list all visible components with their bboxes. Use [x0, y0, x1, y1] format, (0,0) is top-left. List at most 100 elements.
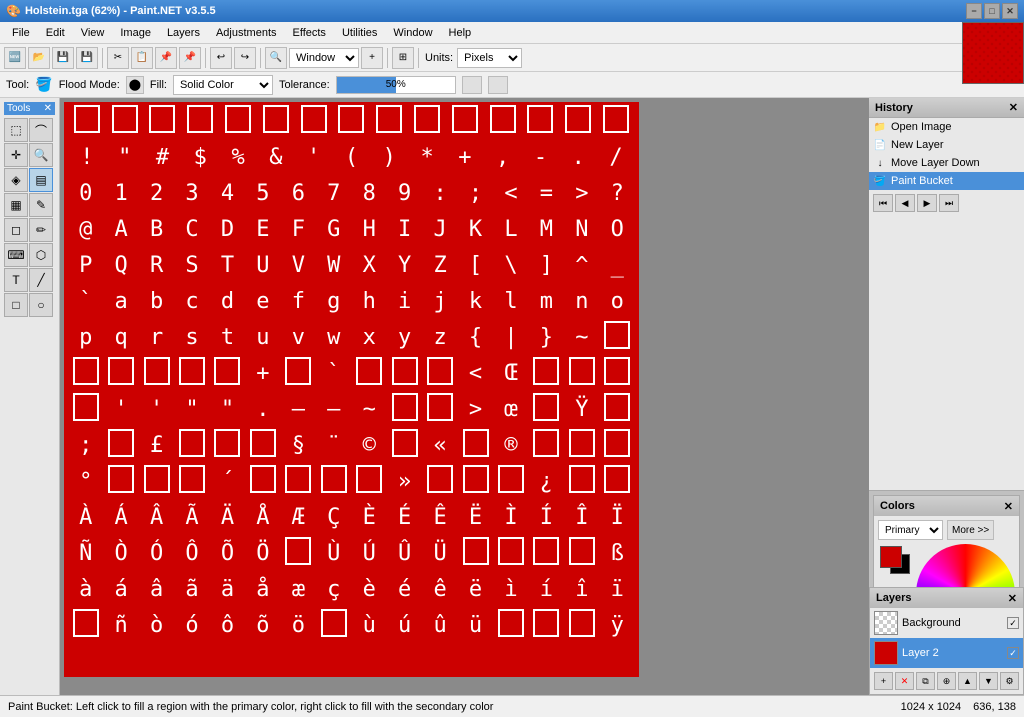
primary-color-swatch[interactable] [880, 546, 902, 568]
status-info: 1024 x 1024 636, 138 [901, 701, 1016, 713]
new-button[interactable]: 🆕 [4, 47, 26, 69]
canvas-char: » [390, 470, 420, 494]
canvas-char [496, 609, 526, 643]
gradient-tool[interactable]: ▦ [4, 193, 28, 217]
tools-close-icon[interactable]: ✕ [44, 103, 52, 114]
lasso-select-tool[interactable]: ⌒ [29, 118, 53, 142]
paste2-button[interactable]: 📌 [179, 47, 201, 69]
delete-layer-button[interactable]: ✕ [895, 672, 914, 690]
menu-image[interactable]: Image [112, 25, 159, 41]
tolerance-extra-2[interactable] [488, 76, 508, 94]
merge-layer-button[interactable]: ⊕ [937, 672, 956, 690]
canvas-char: § [283, 434, 313, 458]
history-prev-button[interactable]: ◀ [895, 194, 915, 212]
layers-close-icon[interactable]: ✕ [1008, 592, 1017, 605]
open-button[interactable]: 📂 [28, 47, 50, 69]
history-item-open-image-label: Open Image [891, 121, 952, 133]
more-colors-button[interactable]: More >> [947, 520, 994, 540]
tolerance-slider[interactable]: 50% [336, 76, 456, 94]
canvas-char: < [461, 362, 491, 386]
canvas-char: [ [461, 254, 491, 278]
canvas-char: ; [461, 182, 491, 206]
menu-edit[interactable]: Edit [38, 25, 73, 41]
canvas-char: ! [72, 146, 102, 170]
paintbrush-tool[interactable]: ✎ [29, 193, 53, 217]
layer-background[interactable]: Background ✓ [870, 608, 1023, 638]
canvas-char: * [412, 146, 442, 170]
history-close-icon[interactable]: ✕ [1009, 101, 1018, 114]
clone-stamp-tool[interactable]: ⌨ [4, 243, 28, 267]
fill-mode-dropdown[interactable]: Solid ColorLinear GradientReflected Grad… [173, 75, 273, 95]
canvas-char [71, 357, 101, 391]
minimize-button[interactable]: − [966, 3, 982, 19]
text-tool[interactable]: T [4, 268, 28, 292]
background-layer-visibility[interactable]: ✓ [1007, 617, 1019, 629]
menu-help[interactable]: Help [441, 25, 480, 41]
menu-layers[interactable]: Layers [159, 25, 208, 41]
canvas-char: . [563, 146, 593, 170]
redo-button[interactable]: ↪ [234, 47, 256, 69]
menu-utilities[interactable]: Utilities [334, 25, 385, 41]
grid-button[interactable]: ⊞ [392, 47, 414, 69]
move-layer-up-button[interactable]: ▲ [958, 672, 977, 690]
history-item-new-layer[interactable]: 📄 New Layer [869, 136, 1024, 154]
duplicate-layer-button[interactable]: ⧉ [916, 672, 935, 690]
canvas-row-3: @ABCDEFGHIJKLMNO [66, 212, 637, 248]
history-item-move-layer-down[interactable]: ↓ Move Layer Down [869, 154, 1024, 172]
canvas[interactable]: !"#$%&'()*+,-./0123456789:;<=>?@ABCDEFGH… [64, 102, 639, 677]
zoom-tool[interactable]: 🔍 [29, 143, 53, 167]
zoom-in-button[interactable]: + [361, 47, 383, 69]
move-tool[interactable]: ✛ [4, 143, 28, 167]
zoom-dropdown[interactable]: WindowFit25%50%75%100%150%200% [289, 48, 359, 68]
units-dropdown[interactable]: PixelsInchesCentimeters [457, 48, 522, 68]
history-first-button[interactable]: ⏮ [873, 194, 893, 212]
layer-properties-button[interactable]: ⚙ [1000, 672, 1019, 690]
menu-window[interactable]: Window [385, 25, 440, 41]
add-layer-button[interactable]: + [874, 672, 893, 690]
ellipse-tool[interactable]: ○ [29, 293, 53, 317]
history-next-button[interactable]: ▶ [917, 194, 937, 212]
undo-button[interactable]: ↩ [210, 47, 232, 69]
maximize-button[interactable]: □ [984, 3, 1000, 19]
color-mode-dropdown[interactable]: PrimarySecondary [878, 520, 943, 540]
line-tool[interactable]: ╱ [29, 268, 53, 292]
history-item-open-image[interactable]: 📁 Open Image [869, 118, 1024, 136]
char-box [285, 357, 311, 385]
menu-adjustments[interactable]: Adjustments [208, 25, 285, 41]
save-button[interactable]: 💾 [52, 47, 74, 69]
paint-bucket-tool[interactable]: ▤ [29, 168, 53, 192]
pencil-tool[interactable]: ✏ [29, 218, 53, 242]
cut-button[interactable]: ✂ [107, 47, 129, 69]
char-box [73, 609, 99, 637]
flood-mode-label: Flood Mode: [59, 79, 120, 91]
zoom-out-button[interactable]: 🔍 [265, 47, 287, 69]
canvas-char: ù [354, 614, 384, 638]
canvas-char [248, 429, 278, 463]
menu-effects[interactable]: Effects [285, 25, 334, 41]
history-last-button[interactable]: ⏭ [939, 194, 959, 212]
colors-close-icon[interactable]: ✕ [1004, 500, 1013, 513]
paste-button[interactable]: 📌 [155, 47, 177, 69]
layer2-visibility[interactable]: ✓ [1007, 647, 1019, 659]
canvas-row-8: ''"".—–~>œŸ [66, 392, 637, 428]
rectangle-select-tool[interactable]: ⬚ [4, 118, 28, 142]
eraser-tool[interactable]: ◻ [4, 218, 28, 242]
rectangle-tool[interactable]: □ [4, 293, 28, 317]
save-all-button[interactable]: 💾 [76, 47, 98, 69]
layer-2[interactable]: Layer 2 ✓ [870, 638, 1023, 668]
history-item-paint-bucket[interactable]: 🪣 Paint Bucket [869, 172, 1024, 190]
fill-label: Fill: [150, 79, 167, 91]
close-button[interactable]: ✕ [1002, 3, 1018, 19]
canvas-char: > [567, 182, 597, 206]
tolerance-extra-1[interactable] [462, 76, 482, 94]
canvas-container[interactable]: !"#$%&'()*+,-./0123456789:;<=>?@ABCDEFGH… [60, 98, 869, 695]
canvas-char [425, 357, 455, 391]
menu-view[interactable]: View [73, 25, 113, 41]
canvas-char: — [283, 398, 313, 422]
copy-button[interactable]: 📋 [131, 47, 153, 69]
canvas-char: Q [106, 254, 136, 278]
magic-wand-tool[interactable]: ◈ [4, 168, 28, 192]
move-layer-down-button[interactable]: ▼ [979, 672, 998, 690]
recolor-tool[interactable]: ⬡ [29, 243, 53, 267]
menu-file[interactable]: File [4, 25, 38, 41]
